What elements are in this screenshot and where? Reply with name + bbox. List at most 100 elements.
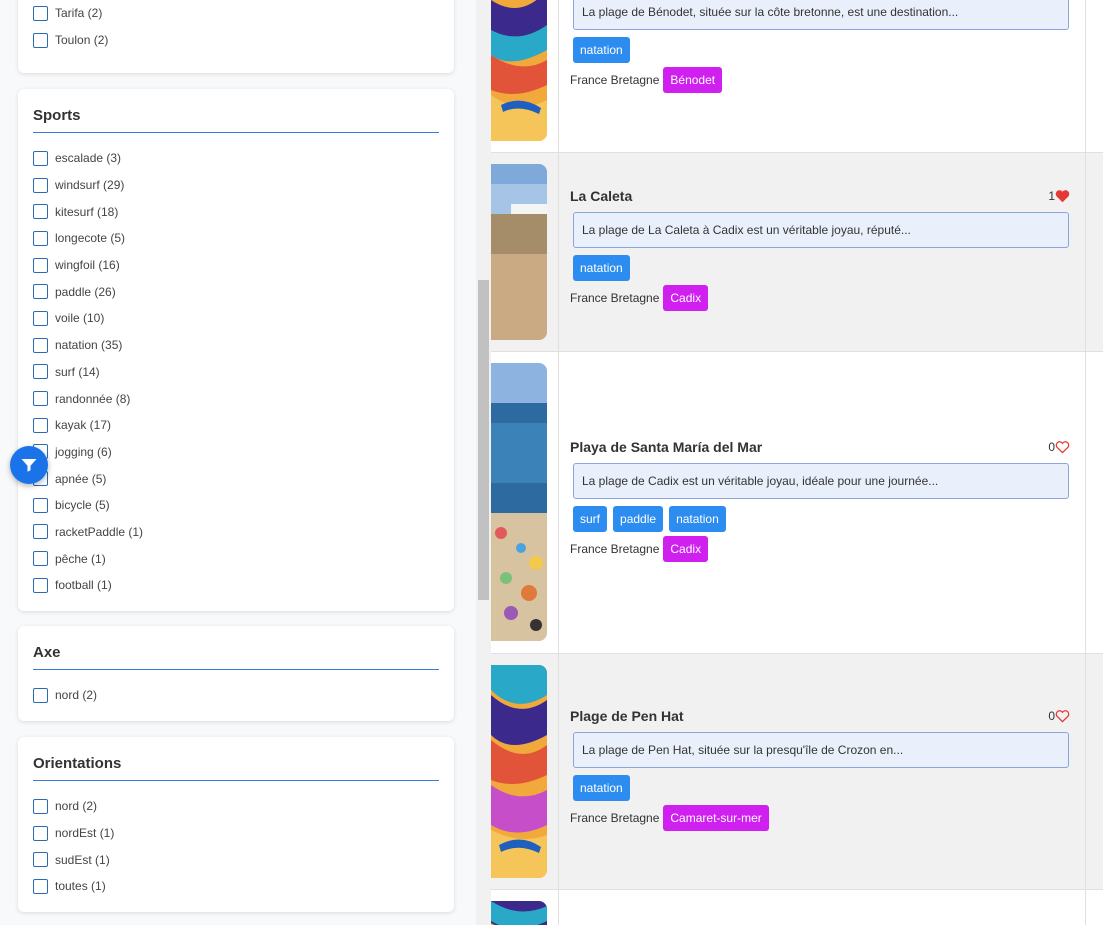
checkbox[interactable] [33, 497, 48, 513]
filter-item[interactable]: longecote (5) [33, 225, 439, 252]
checkbox[interactable] [33, 852, 48, 868]
sport-tags: surf paddle natation [573, 506, 1070, 532]
beach-thumbnail[interactable] [491, 164, 547, 340]
sport-tags: natation [573, 255, 1070, 281]
checkbox[interactable] [33, 230, 48, 246]
beach-location: France Bretagne Camaret-sur-mer [570, 805, 1070, 831]
beach-result-row[interactable]: La plage de Bénodet, située sur la côte … [491, 0, 1103, 153]
filter-item[interactable]: Tarifa (2) [33, 0, 439, 27]
beach-content: Playa de Santa María del Mar 0 La plage … [570, 439, 1070, 562]
filter-item[interactable]: surf (14) [33, 359, 439, 386]
filter-item[interactable]: Toulon (2) [33, 27, 439, 54]
filter-label: apnée (5) [55, 471, 107, 486]
heart-filled-icon[interactable] [1055, 189, 1070, 203]
filter-label: natation (35) [55, 338, 123, 353]
filter-item[interactable]: sudEst (1) [33, 846, 439, 873]
filter-item[interactable]: kitesurf (18) [33, 198, 439, 225]
axe-list: nord (2) [33, 682, 439, 709]
checkbox[interactable] [33, 257, 48, 273]
row-border [1085, 153, 1086, 351]
beach-title[interactable]: Plage de Pen Hat [570, 708, 1070, 724]
filter-item[interactable]: pêche (1) [33, 545, 439, 572]
filter-item[interactable]: toutes (1) [33, 873, 439, 900]
city-badge[interactable]: Bénodet [663, 67, 723, 93]
checkbox[interactable] [33, 284, 48, 300]
sport-tag[interactable]: paddle [613, 506, 664, 532]
filter-item[interactable]: bicycle (5) [33, 492, 439, 519]
filter-item[interactable]: escalade (3) [33, 145, 439, 172]
country-region: France Bretagne [570, 542, 660, 556]
like-counter[interactable]: 0 [1048, 440, 1070, 454]
like-count: 1 [1048, 189, 1055, 203]
heart-outline-icon[interactable] [1055, 440, 1070, 454]
beach-result-row[interactable]: Plage de Pen Hat 0 La plage de Pen Hat, … [491, 654, 1103, 890]
filter-item[interactable]: nord (2) [33, 682, 439, 709]
sport-tag[interactable]: natation [573, 37, 630, 63]
row-border [1085, 352, 1086, 653]
filter-label: sudEst (1) [55, 852, 110, 867]
beach-content: La plage de Bénodet, située sur la côte … [570, 0, 1070, 93]
heart-outline-icon[interactable] [1055, 709, 1070, 723]
beach-description: La plage de Pen Hat, située sur la presq… [573, 732, 1069, 768]
beach-result-row[interactable] [491, 890, 1103, 925]
sidebar-scrollbar-thumb[interactable] [478, 280, 489, 600]
checkbox[interactable] [33, 551, 48, 567]
checkbox[interactable] [33, 391, 48, 407]
filter-item[interactable]: natation (35) [33, 332, 439, 359]
beach-content: Plage de Pen Hat 0 La plage de Pen Hat, … [570, 708, 1070, 831]
city-badge[interactable]: Camaret-sur-mer [663, 805, 769, 831]
checkbox[interactable] [33, 5, 48, 21]
filter-label: Toulon (2) [55, 33, 109, 48]
sport-tag[interactable]: surf [573, 506, 608, 532]
checkbox[interactable] [33, 177, 48, 193]
filter-item[interactable]: football (1) [33, 572, 439, 599]
checkbox[interactable] [33, 310, 48, 326]
beach-thumbnail[interactable] [491, 363, 547, 641]
checkbox[interactable] [33, 150, 48, 166]
sport-tags: natation [573, 775, 1070, 801]
checkbox[interactable] [33, 417, 48, 433]
beach-result-row[interactable]: La Caleta 1 La plage de La Caleta à Cadi… [491, 153, 1103, 352]
checkbox[interactable] [33, 687, 48, 703]
checkbox[interactable] [33, 32, 48, 48]
filter-item[interactable]: nordEst (1) [33, 820, 439, 847]
city-badge[interactable]: Cadix [663, 536, 709, 562]
checkbox[interactable] [33, 825, 48, 841]
filter-item[interactable]: windsurf (29) [33, 172, 439, 199]
filter-fab-button[interactable] [10, 446, 48, 484]
filter-item[interactable]: kayak (17) [33, 412, 439, 439]
filter-label: pêche (1) [55, 551, 106, 566]
city-badge[interactable]: Cadix [663, 285, 709, 311]
checkbox[interactable] [33, 577, 48, 593]
filter-item[interactable]: apnée (5) [33, 465, 439, 492]
sport-tag[interactable]: natation [573, 775, 630, 801]
checkbox[interactable] [33, 337, 48, 353]
filter-sidebar: Tarifa (2) Toulon (2) Sports escalade (3… [0, 0, 491, 925]
sport-tag[interactable]: natation [573, 255, 630, 281]
beach-result-row[interactable]: Playa de Santa María del Mar 0 La plage … [491, 352, 1103, 654]
like-counter[interactable]: 0 [1048, 709, 1070, 723]
filter-item[interactable]: wingfoil (16) [33, 252, 439, 279]
checkbox[interactable] [33, 204, 48, 220]
filter-label: longecote (5) [55, 231, 126, 246]
like-counter[interactable]: 1 [1048, 189, 1070, 203]
checkbox[interactable] [33, 524, 48, 540]
filter-item[interactable]: jogging (6) [33, 439, 439, 466]
beach-thumbnail[interactable] [491, 901, 547, 925]
filter-item[interactable]: randonnée (8) [33, 385, 439, 412]
like-count: 0 [1048, 709, 1055, 723]
sport-tag[interactable]: natation [669, 506, 726, 532]
filter-item[interactable]: voile (10) [33, 305, 439, 332]
checkbox[interactable] [33, 798, 48, 814]
filter-label: nord (2) [55, 688, 98, 703]
beach-thumbnail[interactable] [491, 0, 547, 141]
checkbox[interactable] [33, 878, 48, 894]
filter-item[interactable]: racketPaddle (1) [33, 519, 439, 546]
filter-item[interactable]: paddle (26) [33, 278, 439, 305]
sports-title: Sports [33, 107, 439, 133]
checkbox[interactable] [33, 364, 48, 380]
beach-thumbnail[interactable] [491, 665, 547, 878]
beach-title[interactable]: La Caleta [570, 188, 1070, 204]
beach-title[interactable]: Playa de Santa María del Mar [570, 439, 1070, 455]
filter-item[interactable]: nord (2) [33, 793, 439, 820]
